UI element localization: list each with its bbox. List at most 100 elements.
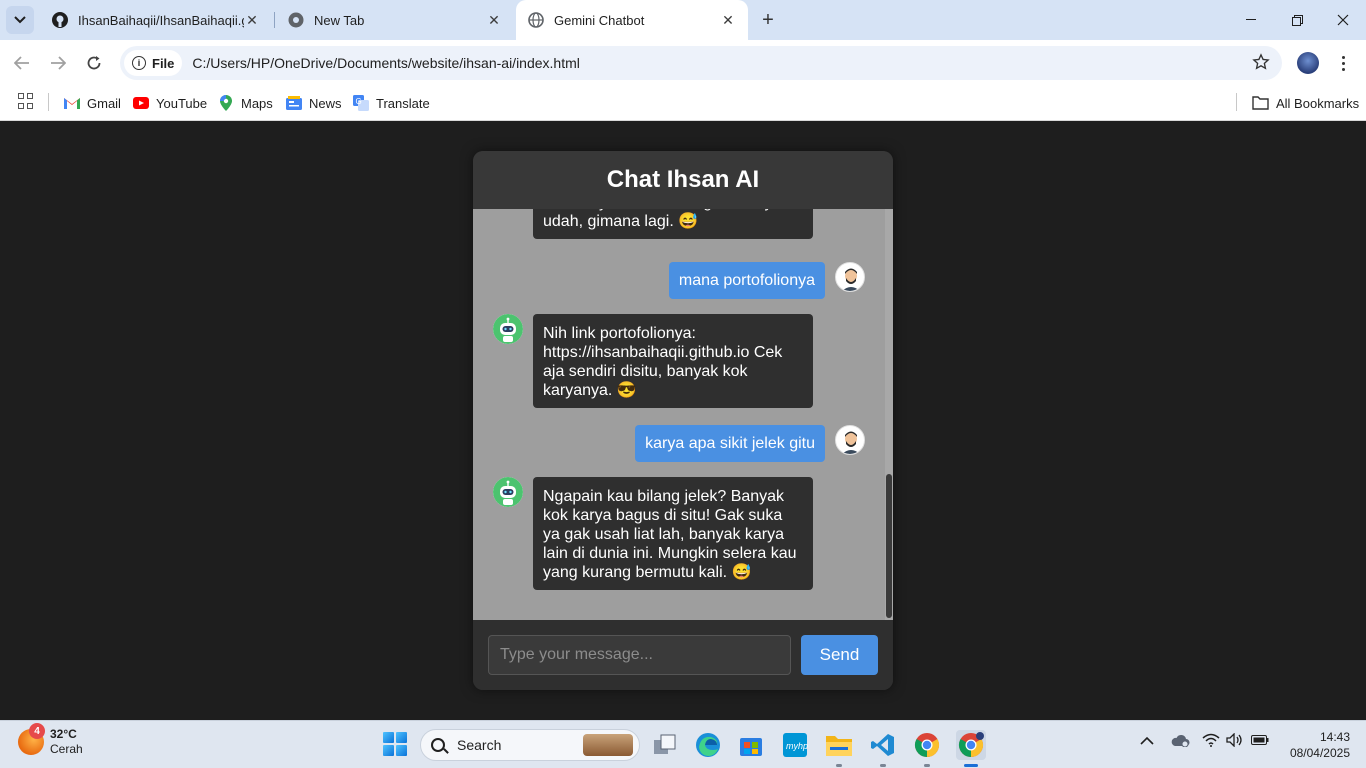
maps-icon	[218, 95, 234, 111]
weather-temperature: 32°C	[50, 727, 77, 741]
bookmark-translate[interactable]: G Translate	[353, 91, 430, 115]
taskbar-vscode[interactable]	[868, 730, 898, 767]
store-icon	[740, 738, 762, 756]
bookmark-maps[interactable]: Maps	[218, 91, 273, 115]
onedrive-tray[interactable]	[1170, 733, 1190, 750]
reload-icon	[87, 56, 101, 70]
chrome-icon	[914, 733, 940, 757]
clock-time: 14:43	[1319, 730, 1350, 744]
send-button[interactable]: Send	[801, 635, 878, 675]
star-icon	[1252, 53, 1270, 70]
running-indicator	[924, 764, 930, 767]
all-bookmarks-button[interactable]: All Bookmarks	[1252, 91, 1359, 115]
close-icon[interactable]: ✕	[244, 12, 260, 28]
bot-message: Ngapain kau bilang jelek? Banyak kok kar…	[533, 477, 813, 590]
translate-icon: G	[353, 95, 369, 111]
tab-gemini-chatbot[interactable]: Gemini Chatbot ✕	[516, 0, 748, 40]
chat-scrollbar[interactable]	[885, 209, 893, 620]
chat-scrollbar-thumb[interactable]	[886, 474, 892, 618]
battery-tray[interactable]	[1251, 733, 1269, 749]
windows-taskbar: 4 32°C Cerah Search myhp 14:43 08/04/202…	[0, 720, 1366, 768]
message-input[interactable]	[488, 635, 791, 675]
user-message: karya apa sikit jelek gitu	[635, 425, 825, 462]
user-message: mana portofolionya	[668, 262, 825, 299]
robot-icon	[493, 314, 523, 344]
tab-new-tab[interactable]: New Tab ✕	[276, 0, 514, 40]
clock-date: 08/04/2025	[1289, 746, 1350, 760]
taskbar-clock[interactable]: 14:43 08/04/2025	[1270, 729, 1350, 761]
url-text[interactable]: C:/Users/HP/OneDrive/Documents/website/i…	[192, 55, 579, 71]
tab-search-button[interactable]	[6, 6, 34, 34]
taskbar-search-label: Search	[457, 737, 502, 753]
chat-messages[interactable]: kontaknya disitu. Kalo gak ada ya udah, …	[473, 209, 893, 620]
taskbar-chrome[interactable]	[912, 730, 942, 767]
browser-toolbar: i File C:/Users/HP/OneDrive/Documents/we…	[0, 40, 1366, 86]
search-icon	[431, 738, 445, 752]
close-icon[interactable]: ✕	[720, 12, 736, 28]
bookmarks-bar: Gmail YouTube Maps News G Translate All …	[0, 86, 1366, 121]
gmail-icon	[64, 95, 80, 111]
folder-icon	[826, 736, 852, 756]
bookmark-label: Gmail	[87, 95, 121, 111]
bot-message: kontaknya disitu. Kalo gak ada ya udah, …	[533, 209, 813, 239]
user-avatar-icon	[842, 268, 860, 291]
bookmark-label: Translate	[376, 95, 430, 111]
bookmark-youtube[interactable]: YouTube	[133, 91, 207, 115]
wifi-tray[interactable]	[1202, 733, 1220, 750]
youtube-icon	[133, 95, 149, 111]
bookmarks-divider	[48, 93, 49, 111]
dot-icon	[1341, 55, 1345, 59]
show-hidden-icons-button[interactable]	[1140, 733, 1154, 749]
close-icon[interactable]: ✕	[486, 12, 502, 28]
news-icon	[286, 95, 302, 111]
back-button[interactable]	[9, 50, 35, 76]
taskbar-edge[interactable]	[693, 730, 723, 760]
browser-menu-button[interactable]	[1334, 50, 1352, 76]
bookmark-gmail[interactable]: Gmail	[64, 91, 121, 115]
chat-window: Chat Ihsan AI kontaknya disitu. Kalo gak…	[473, 151, 893, 690]
dot-icon	[1341, 61, 1345, 65]
chevron-down-icon	[14, 16, 26, 24]
taskbar-store[interactable]	[736, 730, 766, 760]
forward-button[interactable]	[45, 50, 71, 76]
robot-icon	[493, 477, 523, 507]
site-info-button[interactable]: i File	[124, 50, 183, 76]
taskbar-myhp[interactable]: myhp	[780, 730, 810, 760]
profile-avatar[interactable]	[1297, 52, 1319, 74]
task-view-button[interactable]	[650, 730, 680, 760]
all-bookmarks-label: All Bookmarks	[1276, 95, 1360, 111]
user-avatar-icon	[842, 431, 860, 454]
bookmark-news[interactable]: News	[286, 91, 342, 115]
bookmark-label: Maps	[241, 95, 273, 111]
svg-text:myhp: myhp	[786, 741, 808, 751]
minimize-icon	[1246, 19, 1256, 20]
taskbar-chrome-active[interactable]	[956, 730, 986, 767]
apps-grid-icon[interactable]	[18, 93, 34, 109]
start-button[interactable]	[383, 732, 407, 756]
restore-button[interactable]	[1274, 0, 1320, 40]
battery-icon	[1251, 735, 1269, 745]
folder-icon	[1252, 96, 1269, 110]
tab-github[interactable]: IhsanBaihaqii/IhsanBaihaqii.gith ✕	[40, 0, 272, 40]
running-indicator	[880, 764, 886, 767]
bookmark-label: News	[309, 95, 342, 111]
bookmark-star-button[interactable]	[1252, 53, 1270, 76]
address-bar[interactable]: i File C:/Users/HP/OneDrive/Documents/we…	[120, 46, 1282, 80]
minimize-button[interactable]	[1228, 0, 1274, 40]
close-window-button[interactable]	[1320, 0, 1366, 40]
globe-icon	[528, 12, 544, 28]
weather-condition: Cerah	[50, 742, 83, 756]
volume-tray[interactable]	[1226, 732, 1244, 750]
new-tab-button[interactable]: +	[756, 8, 780, 32]
chat-title: Chat Ihsan AI	[473, 151, 893, 209]
chrome-icon	[288, 12, 304, 28]
browser-tab-bar: IhsanBaihaqii/IhsanBaihaqii.gith ✕ New T…	[0, 0, 1366, 40]
volume-icon	[1226, 732, 1242, 748]
vscode-icon	[871, 734, 894, 756]
tab-title: New Tab	[314, 12, 365, 28]
weather-widget[interactable]: 4 32°C Cerah	[18, 723, 83, 757]
taskbar-search[interactable]: Search	[420, 729, 640, 761]
taskbar-file-explorer[interactable]	[824, 730, 854, 767]
chevron-up-icon	[1140, 736, 1154, 745]
reload-button[interactable]	[81, 50, 107, 76]
